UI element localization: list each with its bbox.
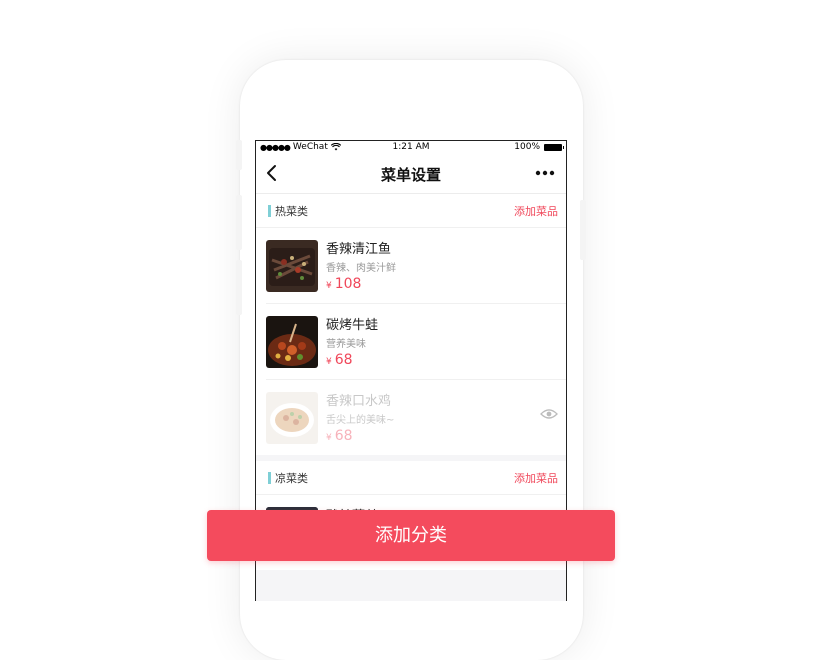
add-dish-link[interactable]: 添加菜品	[514, 203, 558, 219]
section-marker	[268, 205, 271, 217]
price-value: 68	[334, 428, 353, 444]
battery-icon	[544, 143, 564, 151]
dish-description: 舌尖上的美味~	[326, 415, 395, 426]
section-header: 凉菜类 添加菜品	[256, 461, 566, 495]
navigation-bar: 菜单设置	[256, 155, 566, 194]
volume-down-button	[236, 260, 242, 315]
dish-item[interactable]: 香辣清江鱼 香辣、肉美汁鲜 ¥108	[266, 228, 566, 304]
section-title: 热菜类	[275, 205, 308, 218]
dish-name: 香辣清江鱼	[326, 242, 392, 257]
price-value: 108	[334, 276, 362, 292]
dish-description: 营养美味	[326, 339, 366, 350]
dish-image	[266, 316, 318, 368]
more-icon[interactable]	[534, 163, 556, 183]
dish-image	[266, 392, 318, 444]
dish-name: 香辣口水鸡	[326, 394, 392, 409]
dish-image	[266, 240, 318, 292]
add-dish-link[interactable]: 添加菜品	[514, 470, 558, 486]
dish-item-hidden[interactable]: 香辣口水鸡 舌尖上的美味~ ¥68	[266, 380, 566, 455]
category-section: 热菜类 添加菜品 香辣清江鱼 香辣、肉美汁鲜 ¥108 碳烤牛蛙 营养美味 ¥ …	[256, 194, 566, 455]
eye-icon[interactable]	[540, 408, 558, 420]
section-title: 凉菜类	[275, 472, 308, 485]
volume-up-button	[236, 195, 242, 250]
page-title: 菜单设置	[380, 166, 441, 184]
dish-name: 碳烤牛蛙	[326, 318, 379, 333]
power-button	[580, 200, 586, 260]
currency-symbol: ¥	[326, 357, 332, 367]
dish-price: ¥108	[326, 276, 361, 292]
dish-item[interactable]: 碳烤牛蛙 营养美味 ¥68	[266, 304, 566, 380]
currency-symbol: ¥	[326, 281, 332, 291]
dish-price: ¥68	[326, 352, 353, 368]
dish-price: ¥68	[326, 428, 353, 444]
mute-switch	[236, 140, 242, 170]
price-value: 68	[334, 352, 353, 368]
add-category-button[interactable]: 添加分类	[207, 510, 615, 561]
battery-percent: 100%	[514, 142, 540, 152]
section-header: 热菜类 添加菜品	[256, 194, 566, 228]
dish-description: 香辣、肉美汁鲜	[326, 263, 396, 274]
section-marker	[268, 472, 271, 484]
currency-symbol: ¥	[326, 433, 332, 443]
status-bar: ●●●●● WeChat 1:21 AM 100%	[256, 141, 566, 155]
